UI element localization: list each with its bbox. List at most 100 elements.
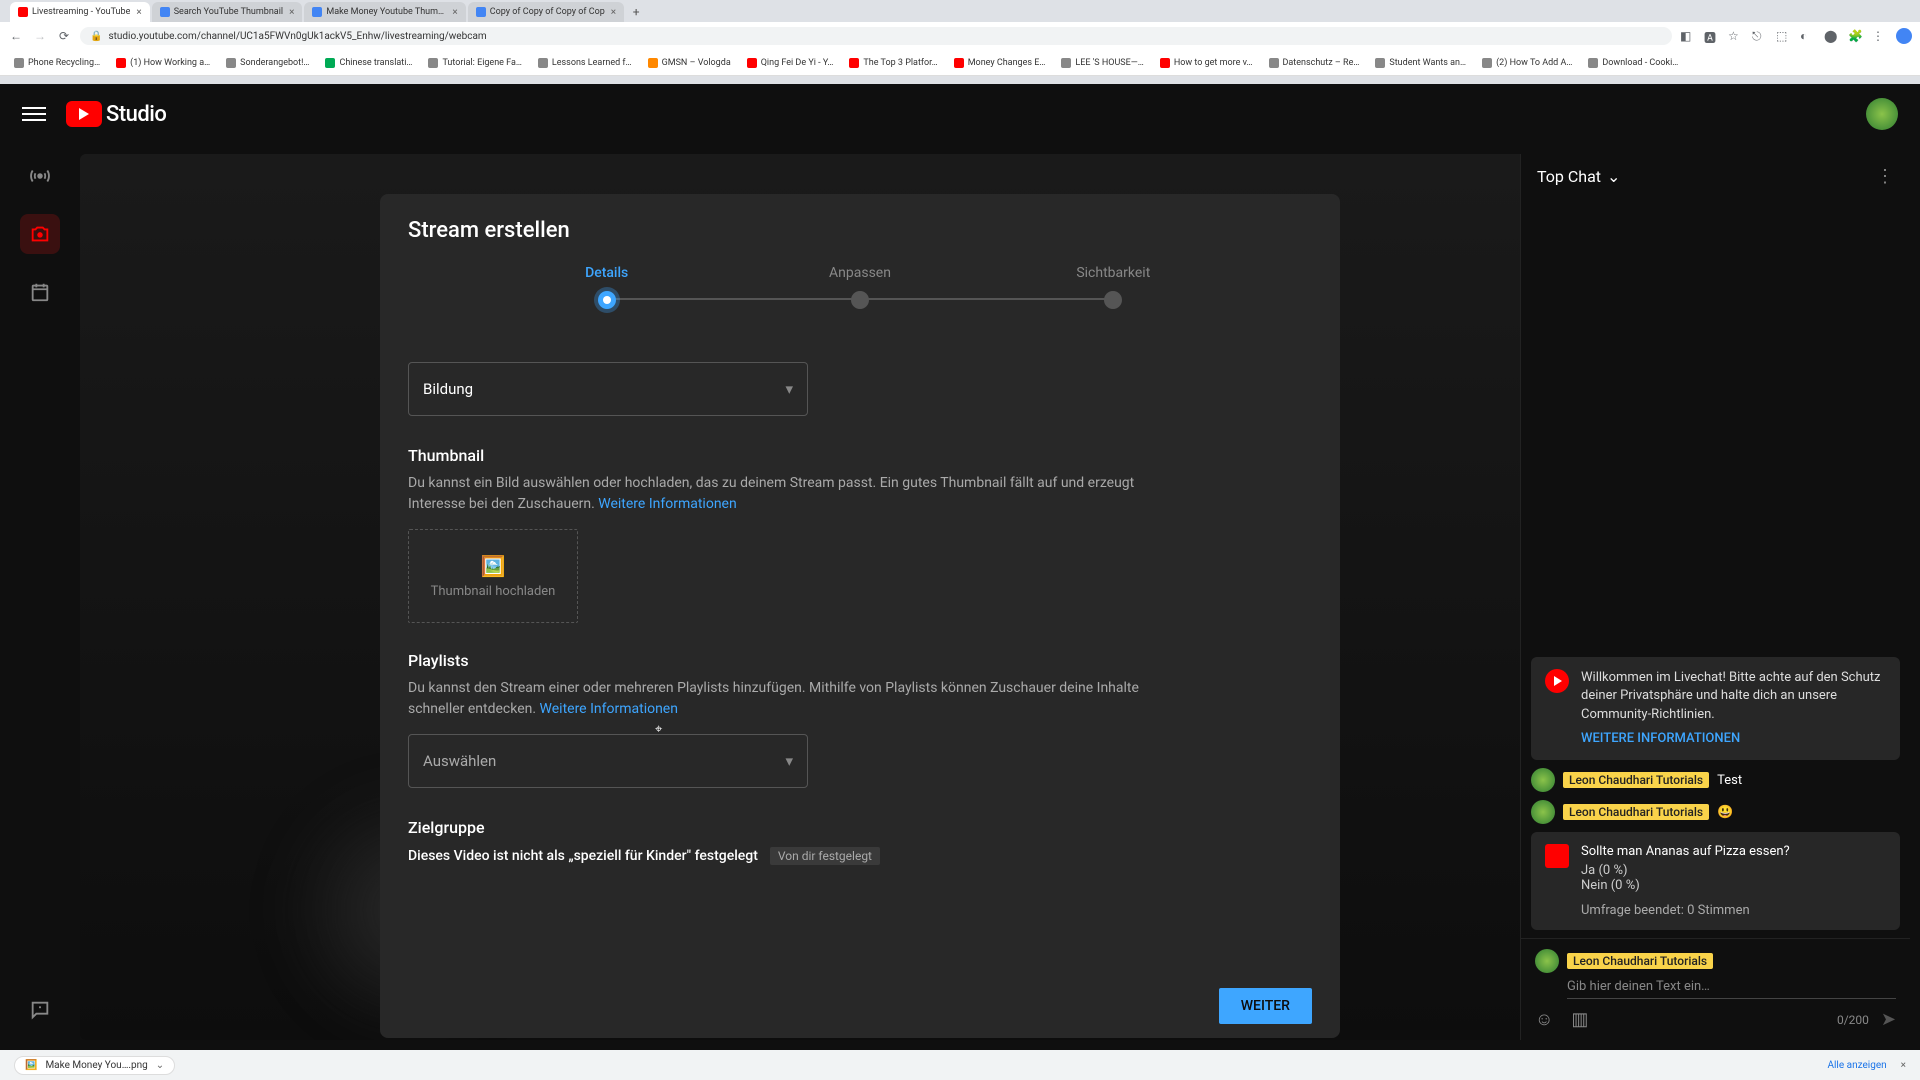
next-button[interactable]: WEITER [1219,988,1312,1024]
bookmark-item[interactable]: Student Wants an… [1369,56,1472,70]
bookmark-item[interactable]: Chinese translati… [319,56,418,70]
bookmark-item[interactable]: Qing Fei De Yi - Y… [741,56,840,70]
bookmark-item[interactable]: How to get more v… [1154,56,1259,70]
bookmark-item[interactable]: Money Changes E… [948,56,1052,70]
step-dot-icon [1104,291,1122,309]
browser-tab[interactable]: Search YouTube Thumbnail × [152,2,303,22]
poll-icon[interactable]: ▥ [1571,1009,1588,1030]
bookmark-item[interactable]: (1) How Working a… [110,56,216,70]
create-stream-dialog: Stream erstellen Details Anpassen Sichtb… [380,194,1340,1038]
sidebar-item-schedule[interactable] [20,272,60,312]
bookmark-item[interactable]: Datenschutz – Re… [1263,56,1366,70]
extension-icon[interactable]: ◧ [1680,29,1694,43]
emoji-icon[interactable]: ☺ [1535,1009,1553,1030]
select-value: Bildung [423,380,473,398]
logo[interactable]: Studio [66,101,166,127]
chat-username[interactable]: Leon Chaudhari Tutorials [1563,772,1709,788]
audience-heading: Zielgruppe [408,818,1312,837]
close-icon[interactable]: × [611,7,616,18]
browser-tab[interactable]: Make Money Youtube Thumbn× [304,2,465,22]
send-icon[interactable]: ➤ [1881,1009,1896,1030]
extension-icon[interactable]: ◐ [1800,29,1814,43]
profile-icon[interactable] [1896,28,1912,44]
audience-statement: Dieses Video ist nicht als „speziell für… [408,848,758,864]
poll-ended: Umfrage beendet: 0 Stimmen [1581,903,1790,918]
bookmark-item[interactable]: Download - Cooki… [1582,56,1684,70]
chevron-down-icon[interactable]: ⌄ [156,1060,164,1071]
translate-icon[interactable]: 🅰 [1704,29,1718,43]
bookmark-item[interactable]: Sonderangebot!… [220,56,315,70]
extension-icon[interactable]: ⬤ [1824,29,1838,43]
tab-strip: Livestreaming - YouTube× Search YouTube … [0,0,1920,22]
content-area: Stream erstellen Details Anpassen Sichtb… [80,144,1920,1050]
step-dot-icon [851,291,869,309]
close-icon[interactable]: × [136,7,141,18]
camera-icon [29,223,51,245]
step-customize[interactable]: Anpassen [733,265,986,309]
more-info-link[interactable]: Weitere Informationen [540,701,678,717]
file-icon: 🖼️ [25,1060,37,1071]
close-icon[interactable]: × [289,7,294,18]
forward-button[interactable]: → [32,28,48,44]
avatar[interactable] [1866,98,1898,130]
dialog-content[interactable]: … Bildung ▾ Thumbnail Du kannst ein Bild… [380,339,1340,974]
step-details[interactable]: Details [480,265,733,309]
thumbnail-upload-button[interactable]: 🖼️ Thumbnail hochladen [408,529,578,623]
app-body: Stream erstellen Details Anpassen Sichtb… [0,144,1920,1050]
bookmark-icon[interactable]: ☆ [1728,29,1742,43]
bookmark-item[interactable]: Phone Recycling… [8,56,106,70]
download-item[interactable]: 🖼️ Make Money You….png ⌄ [14,1056,175,1075]
cutoff-text: … [408,343,1312,348]
audience-statement-row: Dieses Video ist nicht als „speziell für… [408,847,880,865]
extension-icon[interactable]: ⬚ [1776,29,1790,43]
sidebar-item-webcam[interactable] [20,214,60,254]
chat-body[interactable]: Willkommen im Livechat! Bitte achte auf … [1521,199,1910,938]
chat-menu-icon[interactable]: ⋮ [1876,166,1894,187]
browser-chrome: Livestreaming - YouTube× Search YouTube … [0,0,1920,84]
sidebar-item-stream[interactable] [20,156,60,196]
chat-input-area: Leon Chaudhari Tutorials Gib hier deinen… [1521,938,1910,1040]
chevron-down-icon: ▾ [785,752,793,770]
app-header: Studio [0,84,1920,144]
close-icon[interactable]: × [452,7,457,18]
chat-message: Leon Chaudhari Tutorials Test [1531,768,1900,792]
category-select[interactable]: Bildung ▾ [408,362,808,416]
chat-username: Leon Chaudhari Tutorials [1567,953,1713,969]
more-info-link[interactable]: Weitere Informationen [598,496,736,512]
back-button[interactable]: ← [8,28,24,44]
close-icon[interactable]: × [1901,1060,1906,1071]
browser-tab[interactable]: Copy of Copy of Copy of Cop× [468,2,624,22]
tab-title: Search YouTube Thumbnail [174,7,283,17]
browser-tab[interactable]: Livestreaming - YouTube× [10,2,150,22]
youtube-icon [1545,669,1569,693]
playlist-select[interactable]: Auswählen ▾ [408,734,808,788]
chat-mode-select[interactable]: Top Chat ⌄ [1537,167,1620,186]
bookmark-item[interactable]: The Top 3 Platfor… [843,56,943,70]
menu-icon[interactable]: ⋮ [1872,29,1886,43]
bookmark-item[interactable]: Lessons Learned f… [532,56,638,70]
poll-icon [1545,844,1569,868]
notice-link[interactable]: WEITERE INFORMATIONEN [1581,730,1886,748]
chat-input[interactable]: Gib hier deinen Text ein… [1567,979,1896,999]
chat-header: Top Chat ⌄ ⋮ [1521,154,1910,199]
reload-button[interactable]: ⟳ [56,28,72,44]
bookmark-item[interactable]: Tutorial: Eigene Fa… [422,56,527,70]
logo-text: Studio [106,102,166,127]
menu-icon[interactable] [22,102,46,126]
url-field[interactable]: 🔒studio.youtube.com/channel/UC1a5FWVn0gU… [80,27,1672,45]
thumbnail-desc: Du kannst ein Bild auswählen oder hochla… [408,473,1178,515]
extensions-icon[interactable]: 🧩 [1848,29,1862,43]
step-label: Anpassen [733,265,986,281]
bookmark-item[interactable]: GMSN – Vologda [642,56,737,70]
download-filename: Make Money You….png [45,1060,147,1071]
share-icon[interactable]: ⎋ [1752,29,1766,43]
new-tab-button[interactable]: + [626,2,646,22]
bookmark-item[interactable]: LEE 'S HOUSE—… [1055,56,1149,70]
notice-text: Willkommen im Livechat! Bitte achte auf … [1581,669,1886,748]
avatar [1531,768,1555,792]
chat-username[interactable]: Leon Chaudhari Tutorials [1563,804,1709,820]
bookmark-item[interactable]: (2) How To Add A… [1476,56,1578,70]
sidebar-item-feedback[interactable] [20,990,60,1030]
show-all-downloads[interactable]: Alle anzeigen [1827,1060,1886,1071]
step-visibility[interactable]: Sichtbarkeit [987,265,1240,309]
